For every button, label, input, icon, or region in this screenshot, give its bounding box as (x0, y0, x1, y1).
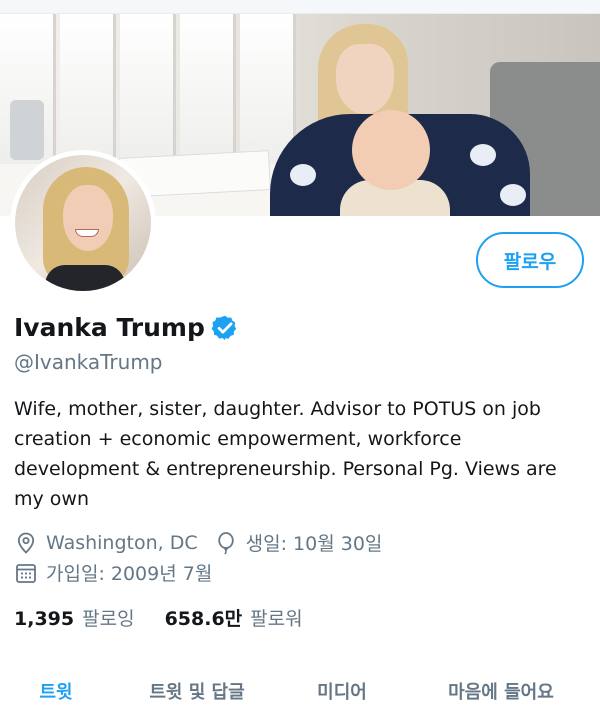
banner-window (120, 14, 176, 164)
profile-bio: Wife, mother, sister, daughter. Advisor … (14, 398, 557, 510)
profile-name: Ivanka Trump (14, 313, 205, 342)
profile-birthday: 생일: 10월 30일 (245, 533, 383, 555)
profile-handle: @IvankaTrump (14, 350, 163, 374)
avatar-face (63, 185, 113, 251)
banner-object (10, 100, 44, 160)
profile-meta-row: Washington, DC 생일: 10월 30일 (14, 529, 382, 556)
profile-tabs: 트윗 트윗 및 답글 미디어 마음에 들어요 (0, 668, 600, 718)
banner-person-face (336, 44, 394, 114)
avatar[interactable] (10, 150, 156, 296)
following-count[interactable]: 1,395 (14, 608, 74, 630)
tab-tweets[interactable]: 트윗 (0, 668, 112, 718)
location-pin-icon (17, 532, 35, 554)
followers-label[interactable]: 팔로워 (250, 604, 302, 631)
banner-window (240, 14, 296, 164)
tab-media[interactable]: 미디어 (282, 668, 402, 718)
profile-meta-row: 가입일: 2009년 7월 (14, 559, 212, 586)
calendar-icon (16, 563, 36, 583)
follow-button[interactable]: 팔로우 (476, 232, 584, 288)
balloon-icon (217, 531, 234, 554)
profile-name-row: Ivanka Trump (14, 313, 239, 342)
tab-likes[interactable]: 마음에 들어요 (402, 668, 600, 718)
status-strip (0, 0, 600, 14)
profile-joined: 가입일: 2009년 7월 (46, 563, 213, 585)
banner-window (180, 14, 236, 164)
followers-count[interactable]: 658.6만 (165, 604, 243, 631)
tab-tweets-and-replies[interactable]: 트윗 및 답글 (112, 668, 282, 718)
profile-stats: 1,395 팔로잉 658.6만 팔로워 (14, 604, 333, 631)
avatar-image (15, 155, 151, 291)
banner-window (60, 14, 116, 164)
avatar-clothing (45, 265, 125, 291)
banner-baby-head (352, 110, 430, 190)
banner-dress-pattern (290, 164, 316, 186)
banner-dress-pattern (470, 144, 496, 166)
banner-dress-pattern (500, 184, 526, 206)
verified-badge-icon (211, 315, 236, 340)
following-label[interactable]: 팔로잉 (82, 604, 134, 631)
profile-location: Washington, DC (46, 531, 198, 554)
